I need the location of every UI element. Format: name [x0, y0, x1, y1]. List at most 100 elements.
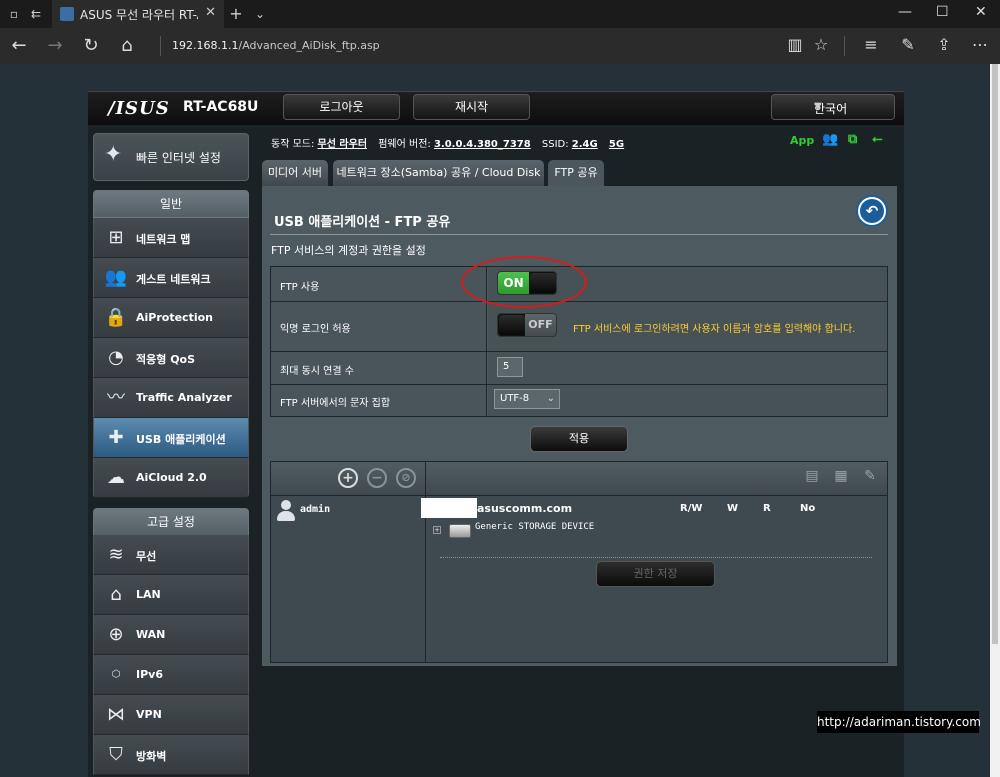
- tab-preview-icon[interactable]: ⌄: [252, 6, 268, 22]
- charset-label: FTP 서버에서의 문자 집합: [280, 398, 391, 409]
- tab-close-icon[interactable]: ✕: [205, 5, 216, 20]
- add-account-icon[interactable]: +: [338, 468, 358, 488]
- lock-icon: 🔒: [104, 307, 128, 328]
- app-link[interactable]: App: [790, 134, 814, 147]
- sidebar-item-label: AiProtection: [136, 311, 213, 324]
- share-icon[interactable]: ⇪: [933, 35, 955, 54]
- operation-mode-link[interactable]: 무선 라우터: [318, 139, 367, 150]
- tab-title: ASUS 무선 라우터 RT-AC68U: [80, 8, 198, 22]
- network-map-icon: ⊞: [108, 227, 124, 248]
- new-tab-icon[interactable]: +: [228, 6, 244, 22]
- favorite-star-icon[interactable]: ☆: [810, 35, 832, 54]
- highlight-circle: [461, 256, 587, 308]
- browser-tab-bar: ▫ ⇇ ASUS 무선 라우터 RT-AC68U ✕ + ⌄ — ☐ ✕: [0, 0, 1000, 28]
- traffic-chart-icon: 〰: [107, 387, 125, 408]
- apply-button[interactable]: 적용: [530, 426, 628, 452]
- firmware-link[interactable]: 3.0.0.4.380_7378: [434, 139, 531, 150]
- browser-tab[interactable]: ASUS 무선 라우터 RT-AC68U ✕: [52, 0, 224, 28]
- anonymous-label: 익명 로그인 허용: [280, 324, 351, 335]
- sidebar-item-label: IPv6: [136, 668, 163, 681]
- max-connections-input[interactable]: 5: [497, 357, 523, 377]
- rename-folder-icon[interactable]: ✎: [861, 468, 879, 488]
- save-permissions-button[interactable]: 권한 저장: [596, 561, 715, 587]
- back-button[interactable]: ↶: [856, 195, 888, 227]
- expand-icon[interactable]: +: [433, 526, 441, 534]
- sidebar-item-usb-application[interactable]: ✚ USB 애플리케이션: [93, 418, 249, 458]
- sidebar-item-qos[interactable]: ◔ 적응형 QoS: [93, 338, 249, 378]
- divider: [270, 234, 888, 235]
- back-icon[interactable]: ←: [8, 35, 30, 56]
- page-subtitle: FTP 서비스의 계정과 권한을 설정: [271, 244, 426, 257]
- favicon-icon: [60, 7, 74, 21]
- router-model: RT-AC68U: [183, 99, 259, 115]
- firmware-label: 펌웨어 버전:: [378, 139, 431, 150]
- quick-setup-button[interactable]: ✦ 빠른 인터넷 설정: [93, 133, 249, 181]
- chevron-down-icon: ⌄: [546, 393, 555, 404]
- refresh-icon[interactable]: ↻: [80, 35, 102, 56]
- max-connections-label: 최대 동시 연결 수: [280, 366, 354, 377]
- sidebar-item-label: Traffic Analyzer: [136, 391, 232, 404]
- sidebar-item-guest-network[interactable]: 👥 게스트 네트워크: [93, 258, 249, 298]
- sidebar-item-network-map[interactable]: ⊞ 네트워크 맵: [93, 218, 249, 258]
- internet-status-icon[interactable]: ⧉: [848, 132, 857, 147]
- home-icon[interactable]: ⌂: [116, 35, 138, 56]
- shield-icon: ⛉: [109, 744, 123, 765]
- sidebar-item-traffic-analyzer[interactable]: 〰 Traffic Analyzer: [93, 378, 249, 418]
- reboot-button[interactable]: 재시작: [413, 94, 530, 120]
- sidebar-item-label: 방화벽: [136, 750, 167, 763]
- user-icon: [276, 500, 296, 522]
- charset-select[interactable]: UTF-8 ⌄: [494, 389, 560, 409]
- ssid-label: SSID:: [541, 139, 569, 150]
- add-folder-icon[interactable]: ▤: [803, 468, 821, 488]
- remove-account-icon[interactable]: −: [367, 468, 387, 488]
- sidebar-item-wireless[interactable]: ≋ 무선: [93, 535, 249, 575]
- scrollbar[interactable]: [990, 64, 1000, 777]
- more-icon[interactable]: ⋯: [969, 35, 991, 54]
- sidebar-item-label: 무선: [136, 550, 157, 563]
- sidebar-item-vpn[interactable]: ⋈ VPN: [93, 695, 249, 735]
- web-note-icon[interactable]: ✎: [897, 35, 919, 54]
- ssid-5g-link[interactable]: 5G: [609, 139, 624, 150]
- anonymous-login-toggle[interactable]: OFF: [497, 313, 557, 337]
- language-select[interactable]: 한국어 ▼: [771, 94, 895, 120]
- edit-account-icon[interactable]: ⊘: [396, 468, 416, 488]
- forward-icon[interactable]: →: [44, 35, 66, 56]
- ddns-domain: asuscomm.com: [477, 502, 573, 515]
- ssid-24g-link[interactable]: 2.4G: [572, 139, 598, 150]
- hub-icon[interactable]: ≡: [860, 35, 882, 54]
- perm-header-no: No: [800, 503, 816, 514]
- tab-samba[interactable]: 네트워크 장소(Samba) 공유 / Cloud Disk: [333, 160, 544, 186]
- minimize-icon[interactable]: —: [898, 4, 912, 20]
- tab-ftp[interactable]: FTP 공유: [548, 160, 604, 186]
- vpn-icon: ⋈: [107, 704, 125, 725]
- perm-header-rw: R/W: [680, 503, 703, 514]
- divider: [440, 557, 872, 558]
- clients-icon[interactable]: 👥: [822, 132, 838, 147]
- sidebar-item-aiprotection[interactable]: 🔒 AiProtection: [93, 298, 249, 338]
- sidebar-item-wan[interactable]: ⊕ WAN: [93, 615, 249, 655]
- sidebar-item-firewall[interactable]: ⛉ 방화벽: [93, 735, 249, 775]
- redacted-box: [421, 498, 477, 518]
- maximize-icon[interactable]: ☐: [936, 4, 949, 20]
- window-close-icon[interactable]: ✕: [975, 4, 987, 20]
- tab-manager-icon[interactable]: ▫: [6, 6, 22, 22]
- scrollbar-thumb[interactable]: [992, 64, 998, 644]
- sidebar-item-label: VPN: [136, 708, 162, 721]
- delete-folder-icon[interactable]: ▦: [832, 468, 850, 488]
- reading-view-icon[interactable]: ▥: [784, 35, 806, 54]
- tab-media-server[interactable]: 미디어 서버: [262, 160, 328, 186]
- drive-icon: [449, 524, 471, 538]
- sidebar-item-ipv6[interactable]: ⬡ IPv6: [93, 655, 249, 695]
- row-charset: FTP 서버에서의 문자 집합: [271, 385, 887, 416]
- account-name: admin: [300, 504, 331, 515]
- sidebar-item-lan[interactable]: ⌂ LAN: [93, 575, 249, 615]
- guest-network-icon: 👥: [104, 267, 128, 288]
- cloud-icon: ☁: [107, 467, 125, 488]
- set-aside-tabs-icon[interactable]: ⇇: [28, 6, 44, 22]
- sidebar-item-aicloud[interactable]: ☁ AiCloud 2.0: [93, 458, 249, 498]
- watermark: http://adariman.tistory.com: [817, 711, 981, 733]
- usb-icon[interactable]: ⭠: [872, 132, 882, 147]
- logout-button[interactable]: 로그아웃: [283, 94, 400, 120]
- asus-logo[interactable]: /ISUS: [108, 98, 170, 119]
- url-field[interactable]: 192.168.1.1/Advanced_AiDisk_ftp.asp: [172, 39, 380, 52]
